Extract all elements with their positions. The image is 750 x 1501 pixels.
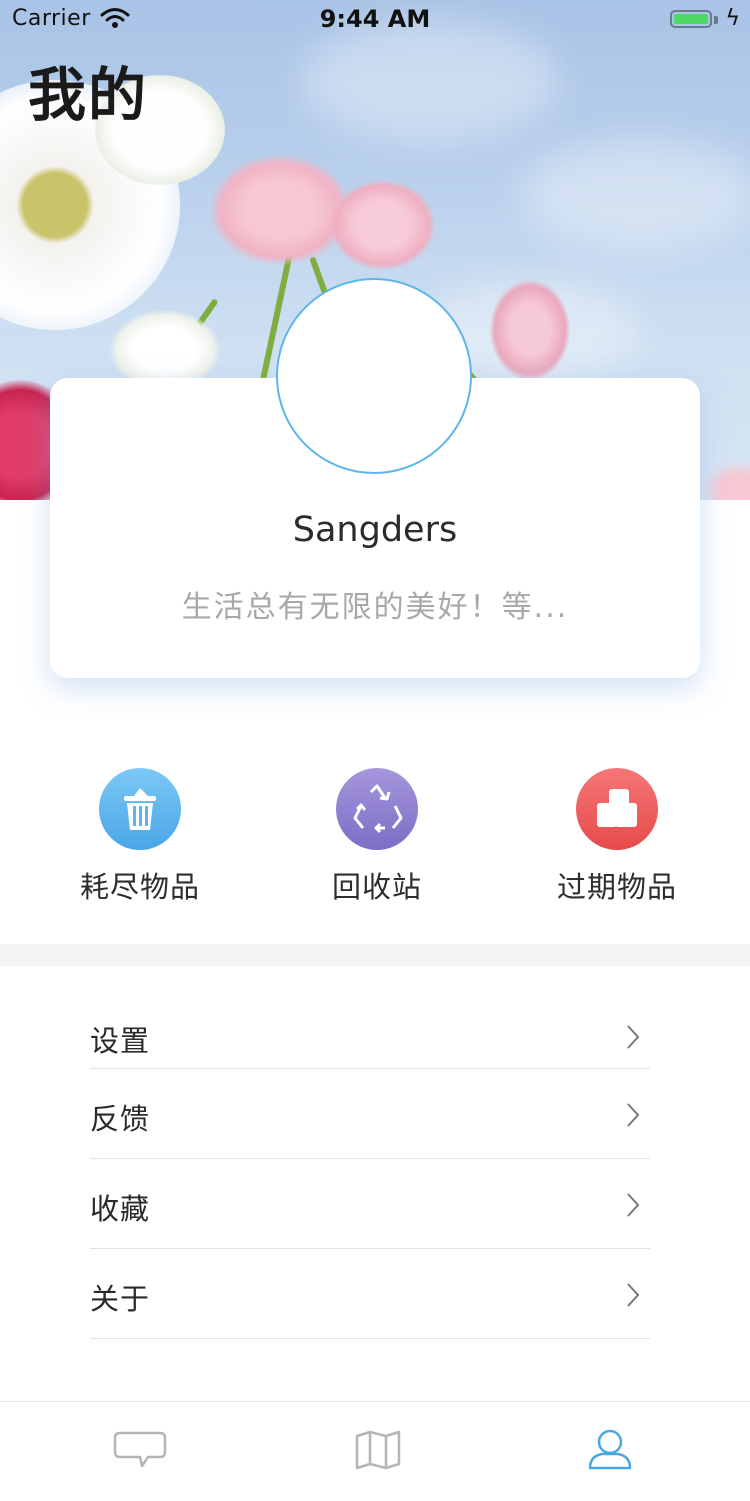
clock-label: 9:44 AM <box>319 5 431 33</box>
chevron-right-icon <box>626 1024 640 1054</box>
page-title: 我的 <box>28 61 149 129</box>
box-icon <box>576 768 658 850</box>
chevron-right-icon <box>626 1192 640 1222</box>
menu-item-about[interactable]: 关于 <box>90 1249 650 1339</box>
menu-item-label: 设置 <box>90 1024 151 1059</box>
consumed-items-label: 耗尽物品 <box>79 870 200 904</box>
tab-bar <box>0 1401 750 1501</box>
status-bar: Carrier 9:44 AM ϟ <box>0 0 750 40</box>
trash-icon <box>99 768 181 850</box>
settings-menu: 设置 反馈 收藏 关于 <box>90 966 650 1339</box>
expired-items-button[interactable]: 过期物品 <box>517 768 717 906</box>
recycle-icon <box>336 768 418 850</box>
menu-item-label: 反馈 <box>90 1102 151 1137</box>
map-icon <box>354 1430 402 1474</box>
recycle-bin-button[interactable]: 回收站 <box>277 768 477 906</box>
menu-item-settings[interactable]: 设置 <box>90 966 650 1069</box>
charging-icon: ϟ <box>725 6 740 31</box>
menu-item-feedback[interactable]: 反馈 <box>90 1069 650 1159</box>
tab-profile[interactable] <box>485 1402 735 1501</box>
profile-icon <box>587 1428 633 1476</box>
consumed-items-button[interactable]: 耗尽物品 <box>40 768 240 906</box>
battery-icon <box>670 10 712 28</box>
chevron-right-icon <box>626 1282 640 1312</box>
chevron-right-icon <box>626 1102 640 1132</box>
section-divider <box>0 944 750 966</box>
menu-item-favorites[interactable]: 收藏 <box>90 1159 650 1249</box>
recycle-bin-label: 回收站 <box>331 870 422 904</box>
username: Sangders <box>292 510 458 550</box>
quick-actions: 耗尽物品 回收站 过期物品 <box>0 768 750 928</box>
avatar[interactable] <box>276 278 472 474</box>
tab-messages[interactable] <box>15 1402 265 1501</box>
message-icon <box>112 1430 168 1474</box>
tab-map[interactable] <box>253 1402 503 1501</box>
expired-items-label: 过期物品 <box>556 870 677 904</box>
profile-motto: 生活总有无限的美好！等... <box>181 590 569 625</box>
menu-item-label: 关于 <box>90 1282 151 1317</box>
menu-item-label: 收藏 <box>90 1192 151 1227</box>
